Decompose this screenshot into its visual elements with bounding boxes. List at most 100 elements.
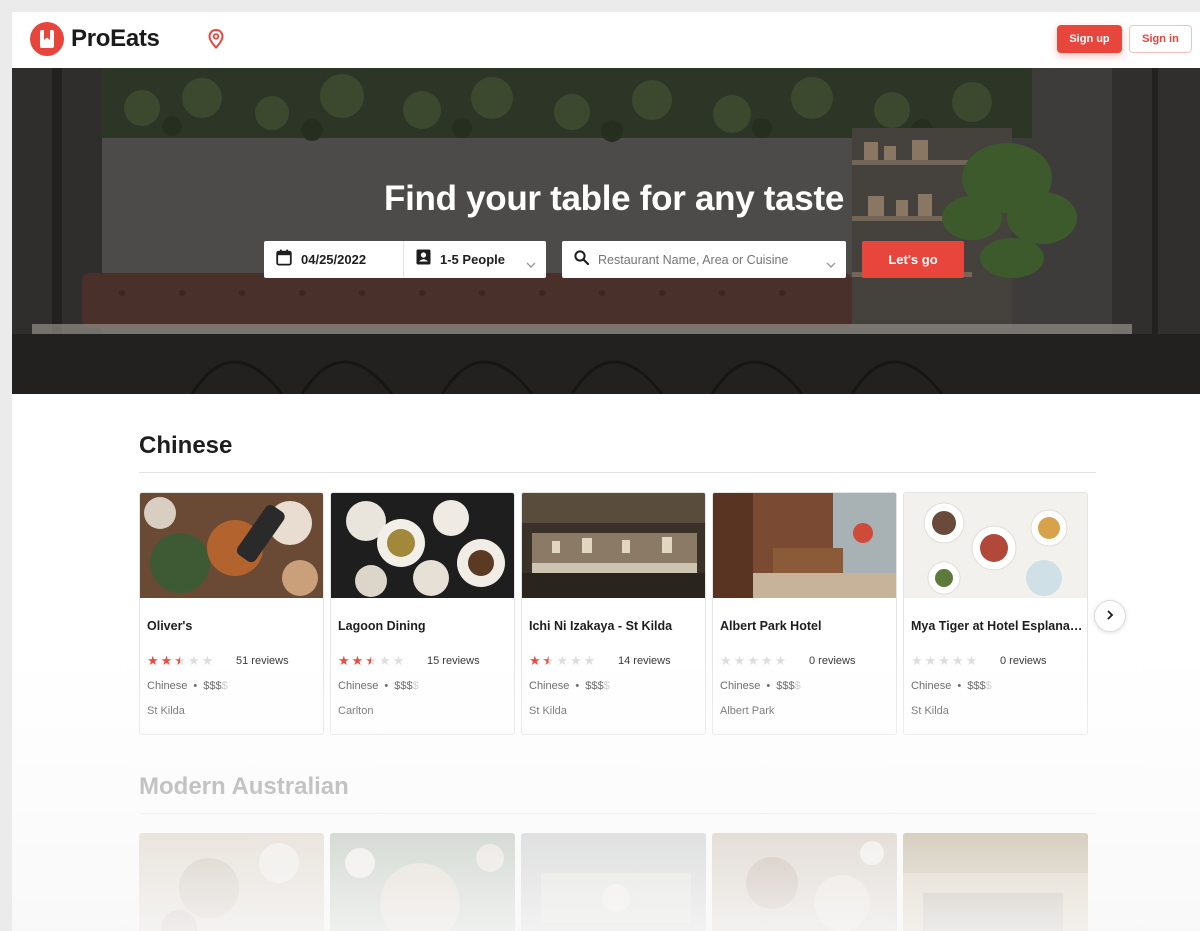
cuisine-price: Chinese • $$$$ <box>529 680 610 692</box>
cuisine-label: Chinese <box>147 680 188 692</box>
cuisine-label: Chinese <box>338 680 379 692</box>
restaurant-area: St Kilda <box>147 705 185 717</box>
hero-title: Find your table for any taste <box>384 179 844 218</box>
people-value: 1-5 People <box>440 252 506 267</box>
cuisine-price: Chinese • $$$$ <box>720 680 801 692</box>
rating-stars: ★ ★ ★ ★ ★ <box>338 654 404 667</box>
section-divider <box>139 472 1096 473</box>
star-icon: ★ <box>542 653 555 668</box>
star-icon: ★ <box>338 653 350 668</box>
chevron-down-icon <box>526 255 536 273</box>
price-level-remaining: $ <box>412 680 419 692</box>
review-count: 0 reviews <box>1000 655 1047 667</box>
star-icon: ★ <box>924 653 937 668</box>
separator-dot: • <box>193 680 198 692</box>
restaurant-name[interactable]: Albert Park Hotel <box>720 619 892 633</box>
restaurant-card[interactable]: Albert Park Hotel ★ ★ ★ ★ ★ 0 reviews Chines… <box>712 492 897 735</box>
restaurant-name[interactable]: Mya Tiger at Hotel Esplanade <box>911 619 1083 633</box>
restaurant-card-image[interactable] <box>903 833 1088 931</box>
hero-banner: Find your table for any taste 04/25/2022 <box>12 68 1200 394</box>
section-title: Chinese <box>139 432 233 459</box>
star-icon: ★ <box>951 653 964 668</box>
lets-go-button[interactable]: Let's go <box>862 241 964 278</box>
restaurant-card-image[interactable] <box>330 833 515 931</box>
star-icon: ★ <box>174 653 186 668</box>
review-count: 51 reviews <box>236 655 289 667</box>
restaurant-card[interactable]: Ichi Ni Izakaya - St Kilda ★ ★ ★ ★ ★ 14 revi… <box>521 492 706 735</box>
star-icon: ★ <box>529 653 541 668</box>
star-icon: ★ <box>378 653 391 668</box>
star-icon: ★ <box>583 653 596 668</box>
restaurant-name[interactable]: Ichi Ni Izakaya - St Kilda <box>529 619 701 633</box>
search-input[interactable] <box>598 252 818 267</box>
cuisine-price: Chinese • $$$$ <box>338 680 419 692</box>
brand-logo[interactable]: ProEats <box>30 22 160 56</box>
restaurant-area: Carlton <box>338 705 374 717</box>
star-icon: ★ <box>201 653 214 668</box>
date-value: 04/25/2022 <box>301 252 367 267</box>
star-icon: ★ <box>351 653 364 668</box>
rating-stars: ★ ★ ★ ★ ★ <box>720 654 786 667</box>
star-icon: ★ <box>569 653 582 668</box>
restaurant-card[interactable]: Oliver's ★ ★ ★ ★ ★ 51 reviews Chinese • $$$$ S… <box>139 492 324 735</box>
rating-stars: ★ ★ ★ ★ ★ <box>147 654 213 667</box>
star-icon: ★ <box>556 653 568 668</box>
price-level: $$$ <box>394 680 413 692</box>
restaurant-card-image[interactable] <box>712 833 897 931</box>
section-divider <box>139 813 1096 814</box>
cuisine-price: Chinese • $$$$ <box>911 680 992 692</box>
restaurant-photo[interactable] <box>331 493 514 598</box>
cuisine-price: Chinese • $$$$ <box>147 680 228 692</box>
date-picker[interactable]: 04/25/2022 <box>264 241 404 278</box>
price-level-remaining: $ <box>603 680 610 692</box>
star-icon: ★ <box>938 653 950 668</box>
star-icon: ★ <box>965 653 978 668</box>
cuisine-label: Chinese <box>720 680 761 692</box>
star-icon: ★ <box>760 653 773 668</box>
restaurant-photo[interactable] <box>140 493 323 598</box>
restaurant-search-field <box>562 241 846 278</box>
restaurant-photo[interactable] <box>904 493 1087 598</box>
people-selector[interactable]: 1-5 People <box>404 241 546 278</box>
sign-up-button[interactable]: Sign up <box>1057 25 1122 53</box>
star-icon: ★ <box>747 653 759 668</box>
restaurant-card-image[interactable] <box>521 833 706 931</box>
restaurant-photo[interactable] <box>522 493 705 598</box>
restaurant-name[interactable]: Oliver's <box>147 619 319 633</box>
restaurant-interior-image <box>12 68 1200 394</box>
price-level: $$$ <box>776 680 795 692</box>
price-level-remaining: $ <box>985 680 992 692</box>
restaurant-card[interactable]: Lagoon Dining ★ ★ ★ ★ ★ 15 reviews Chinese • $… <box>330 492 515 735</box>
review-count: 14 reviews <box>618 655 671 667</box>
star-icon: ★ <box>147 653 159 668</box>
review-count: 15 reviews <box>427 655 480 667</box>
restaurant-area: St Kilda <box>529 705 567 717</box>
section-title: Modern Australian <box>139 773 349 800</box>
brand-name: ProEats <box>71 25 160 52</box>
chevron-right-icon <box>1106 607 1114 625</box>
price-level-remaining: $ <box>794 680 801 692</box>
restaurant-photo[interactable] <box>713 493 896 598</box>
restaurant-card-image[interactable] <box>139 833 324 931</box>
star-icon: ★ <box>365 653 377 668</box>
price-level: $$$ <box>967 680 986 692</box>
star-icon: ★ <box>187 653 200 668</box>
restaurant-name[interactable]: Lagoon Dining <box>338 619 510 633</box>
page-frame: ProEats Sign up Sign in Find your table … <box>12 12 1200 931</box>
location-pin-icon[interactable] <box>208 28 224 54</box>
separator-dot: • <box>766 680 771 692</box>
separator-dot: • <box>957 680 962 692</box>
separator-dot: • <box>384 680 389 692</box>
separator-dot: • <box>575 680 580 692</box>
rating-stars: ★ ★ ★ ★ ★ <box>911 654 977 667</box>
restaurant-card[interactable]: Mya Tiger at Hotel Esplanade ★ ★ ★ ★ ★ 0 rev… <box>903 492 1088 735</box>
sign-in-button[interactable]: Sign in <box>1129 25 1192 53</box>
star-icon: ★ <box>160 653 173 668</box>
search-icon <box>574 249 590 270</box>
carousel-next-button[interactable] <box>1094 600 1126 632</box>
star-icon: ★ <box>774 653 787 668</box>
chevron-down-icon[interactable] <box>826 255 836 273</box>
price-level: $$$ <box>203 680 222 692</box>
star-icon: ★ <box>392 653 405 668</box>
cuisine-label: Chinese <box>911 680 952 692</box>
